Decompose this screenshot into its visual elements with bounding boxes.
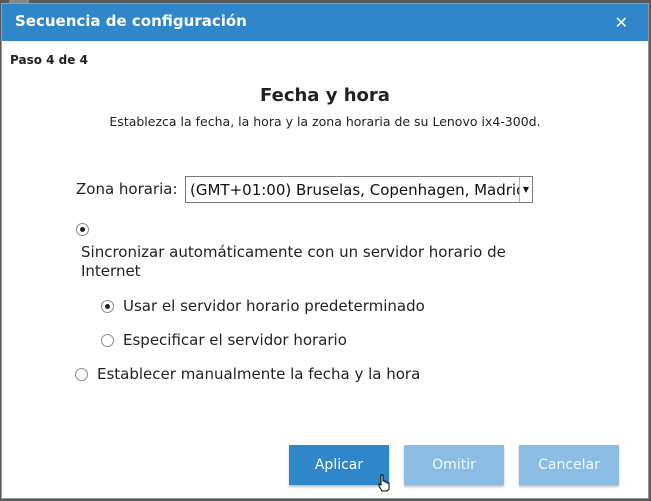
auto-sync-label[interactable]: Sincronizar automáticamente con un servi… [81, 243, 551, 281]
auto-sync-radio[interactable] [76, 223, 89, 236]
page-title: Fecha y hora [260, 85, 390, 106]
cancel-button[interactable]: Cancelar [519, 445, 619, 485]
skip-button[interactable]: Omitir [404, 445, 504, 485]
dialog-title: Secuencia de configuración [15, 12, 247, 30]
hand-cursor-icon [378, 474, 390, 492]
timezone-value: (GMT+01:00) Bruselas, Copenhagen, Madrid… [190, 181, 533, 199]
specify-server-label[interactable]: Especificar el servidor horario [123, 331, 347, 350]
step-indicator: Paso 4 de 4 [10, 53, 88, 67]
manual-datetime-label[interactable]: Establecer manualmente la fecha y la hor… [97, 365, 420, 384]
timezone-select[interactable]: (GMT+01:00) Bruselas, Copenhagen, Madrid… [185, 176, 533, 203]
setup-dialog: Secuencia de configuración ✕ Paso 4 de 4… [1, 3, 649, 499]
close-icon[interactable]: ✕ [615, 13, 628, 32]
page-subtitle: Establezca la fecha, la hora y la zona h… [109, 114, 541, 129]
manual-datetime-radio[interactable] [75, 368, 88, 381]
apply-button[interactable]: Aplicar [289, 445, 389, 485]
chevron-down-icon[interactable]: ▼ [519, 177, 532, 202]
default-server-label[interactable]: Usar el servidor horario predeterminado [123, 297, 425, 316]
timezone-label: Zona horaria: [76, 180, 178, 198]
specify-server-radio[interactable] [101, 334, 114, 347]
default-server-radio[interactable] [101, 300, 114, 313]
dialog-titlebar: Secuencia de configuración ✕ [2, 4, 648, 41]
